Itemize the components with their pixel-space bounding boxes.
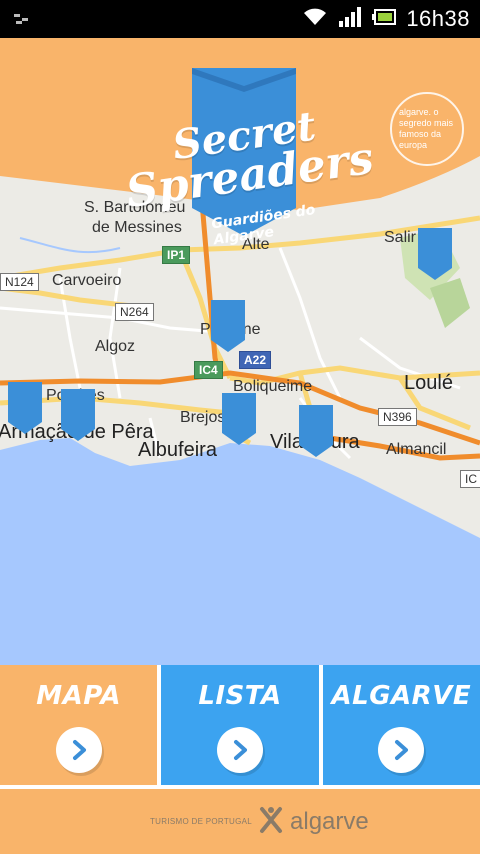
chevron-right-icon[interactable] (378, 727, 425, 773)
wifi-icon (302, 7, 328, 32)
map-pin[interactable] (8, 382, 42, 434)
usb-icon (14, 12, 32, 31)
map-label: Loulé (404, 372, 453, 394)
footer-logo: TURISMO DE PORTUGAL algarve (150, 805, 369, 839)
map-pin[interactable] (222, 393, 256, 445)
tile-lista[interactable]: LISTA (161, 665, 319, 785)
algarve-badge: algarve. o segredo mais famoso da europa (390, 92, 464, 166)
road-shield: A22 (239, 351, 272, 369)
road-shield: N264 (115, 303, 154, 321)
turismo-logo-icon (258, 805, 284, 840)
signal-icon (338, 6, 362, 33)
road-shield: IC4 (194, 361, 223, 379)
map-label: Carvoeiro (52, 272, 122, 289)
map-pin[interactable] (299, 405, 333, 457)
road-shield: N396 (378, 408, 417, 426)
chevron-right-icon[interactable] (216, 727, 263, 773)
tile-label: ALGARVE (331, 681, 472, 711)
header-banner: Secret Spreaders Guardiões do Algarve al… (0, 38, 480, 248)
status-bar: 16h38 (0, 0, 480, 38)
footer-brand: algarve (290, 808, 369, 835)
tile-label: LISTA (198, 681, 282, 711)
badge-text: algarve. o segredo mais famoso da europa (399, 107, 454, 150)
tile-algarve[interactable]: ALGARVE (322, 665, 480, 785)
road-shield: IP1 (162, 246, 191, 264)
nav-tiles: MAPA LISTA ALGARVE (0, 665, 480, 785)
map-pin[interactable] (211, 300, 245, 352)
footer: TURISMO DE PORTUGAL algarve (0, 789, 480, 854)
map-label: Algoz (95, 338, 136, 355)
clock: 16h38 (406, 6, 470, 31)
tile-label: MAPA (36, 681, 122, 711)
footer-small-text: TURISMO DE PORTUGAL (150, 817, 253, 826)
map-label: Albufeira (138, 439, 217, 461)
map-label: Brejos (180, 409, 226, 426)
map-label: Almancil (386, 441, 447, 458)
map-pin[interactable] (61, 389, 95, 441)
tile-mapa[interactable]: MAPA (0, 665, 158, 785)
chevron-right-icon[interactable] (55, 727, 102, 773)
road-shield: N124 (0, 273, 39, 291)
road-shield: IC (460, 470, 480, 488)
battery-icon (372, 8, 397, 31)
